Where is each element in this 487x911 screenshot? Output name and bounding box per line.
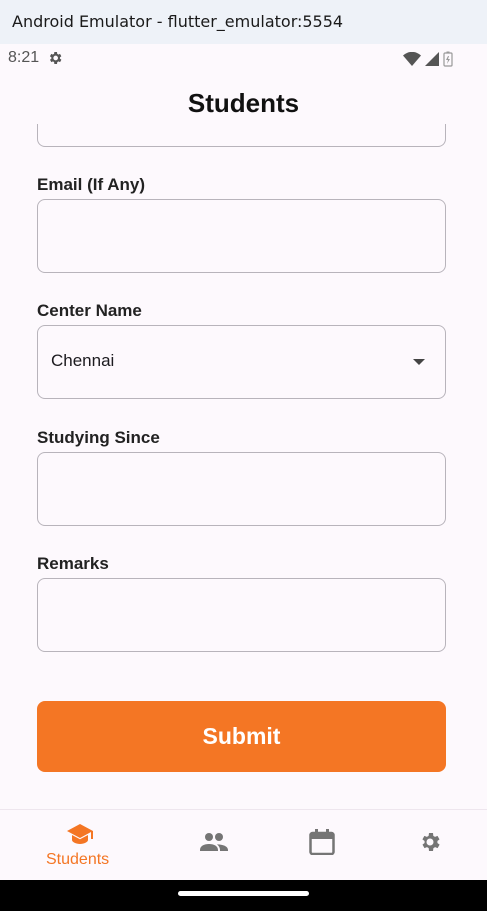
email-field[interactable] [37,199,446,273]
status-icons [403,51,453,72]
signal-icon [425,52,439,71]
center-name-dropdown[interactable]: Chennai [37,325,446,399]
nav-item-people[interactable] [200,810,230,880]
status-time: 8:21 [8,49,40,66]
center-name-value: Chennai [51,351,115,370]
battery-icon [443,51,453,72]
graduation-cap-icon [66,822,94,851]
people-icon [200,832,228,857]
email-label: Email (If Any) [37,175,145,194]
phone-screen: 8:21 Students Email (If Any) Center Name… [0,44,487,880]
nav-item-settings[interactable] [418,810,448,880]
studying-since-field[interactable] [37,452,446,526]
wifi-icon [403,51,421,71]
calendar-icon [309,829,335,860]
settings-icon [418,830,442,859]
nav-label-students: Students [46,851,110,868]
page-title: Students [187,88,300,118]
center-name-label: Center Name [37,301,142,320]
status-bar: 8:21 [0,44,487,72]
bottom-navigation: Students [0,809,487,880]
settings-icon [47,50,63,71]
system-navigation-bar [0,880,487,911]
submit-button[interactable]: Submit [37,701,446,772]
studying-since-label: Studying Since [37,428,160,447]
remarks-field[interactable] [37,578,446,652]
remarks-label: Remarks [37,554,109,573]
previous-field-clipped[interactable] [37,124,446,147]
window-title: Android Emulator - flutter_emulator:5554 [0,0,487,44]
nav-item-students[interactable]: Students [46,810,116,880]
home-gesture-handle[interactable] [178,891,309,896]
nav-item-calendar[interactable] [309,810,339,880]
dropdown-arrow-icon [413,359,425,365]
